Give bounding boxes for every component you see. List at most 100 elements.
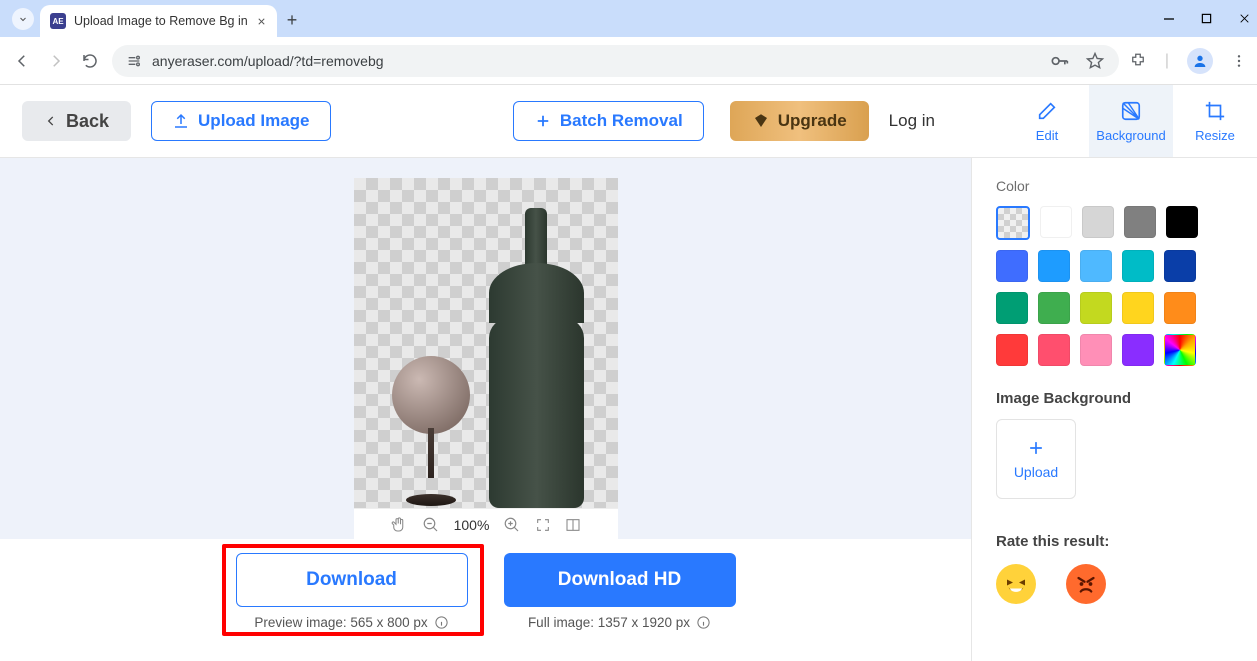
chevron-left-icon [44, 114, 58, 128]
preview-size-label: Preview image: 565 x 800 px [254, 615, 448, 630]
upload-image-label: Upload Image [198, 111, 309, 131]
upload-image-button[interactable]: Upload Image [151, 101, 330, 141]
compare-icon[interactable] [565, 517, 581, 533]
info-icon[interactable] [434, 615, 449, 630]
color-swatch[interactable] [1124, 206, 1156, 238]
result-canvas[interactable] [354, 178, 618, 508]
batch-removal-button[interactable]: Batch Removal [513, 101, 704, 141]
color-swatch[interactable] [996, 334, 1028, 366]
background-panel: Color Image Background Upload Rate this … [971, 158, 1257, 661]
rate-negative-emoji[interactable] [1066, 564, 1106, 604]
back-button-label: Back [66, 111, 109, 132]
chrome-menu-icon[interactable] [1231, 53, 1247, 69]
favicon-icon: AE [50, 13, 66, 29]
zoom-percent-label: 100% [454, 517, 490, 533]
profile-avatar[interactable] [1187, 48, 1213, 74]
plus-icon [1026, 438, 1046, 458]
download-button-label: Download [306, 569, 397, 591]
color-swatch[interactable] [1038, 334, 1070, 366]
download-hd-button[interactable]: Download HD [504, 553, 736, 607]
upgrade-button[interactable]: Upgrade [730, 101, 869, 141]
pan-hand-icon[interactable] [390, 516, 408, 534]
reload-icon[interactable] [78, 49, 102, 73]
fullscreen-icon[interactable] [535, 517, 551, 533]
color-section-label: Color [996, 178, 1233, 194]
tab-search-button[interactable] [12, 8, 34, 30]
batch-removal-label: Batch Removal [560, 111, 683, 131]
close-window-icon[interactable] [1238, 12, 1251, 25]
maximize-icon[interactable] [1201, 13, 1212, 24]
extensions-icon[interactable] [1129, 52, 1147, 70]
download-bar: Download Preview image: 565 x 800 px Dow… [0, 539, 971, 661]
chevron-down-icon [17, 13, 29, 25]
color-swatch[interactable] [1080, 334, 1112, 366]
color-swatch[interactable] [1122, 334, 1154, 366]
color-swatch[interactable] [996, 206, 1030, 240]
canvas-area: 100% Download Preview image: 565 x 800 p… [0, 158, 971, 661]
wineglass-image [392, 356, 470, 506]
color-swatch[interactable] [1038, 250, 1070, 282]
app-toolbar: Back Upload Image Batch Removal Upgrade … [0, 85, 1257, 158]
omnibox[interactable]: anyeraser.com/upload/?td=removebg [112, 45, 1119, 77]
window-controls [1163, 0, 1251, 37]
back-icon[interactable] [10, 49, 34, 73]
site-settings-icon[interactable] [126, 53, 142, 69]
upload-icon [172, 112, 190, 130]
download-hd-label: Download HD [558, 569, 682, 591]
login-link[interactable]: Log in [889, 111, 935, 131]
edit-icon [1036, 100, 1058, 122]
color-swatch[interactable] [1082, 206, 1114, 238]
close-tab-icon[interactable] [256, 16, 267, 27]
plus-icon [534, 112, 552, 130]
download-button[interactable]: Download [236, 553, 468, 607]
color-swatch[interactable] [1164, 292, 1196, 324]
tab-background[interactable]: Background [1089, 85, 1173, 157]
tab-edit[interactable]: Edit [1005, 85, 1089, 157]
tab-resize-label: Resize [1195, 128, 1235, 143]
new-tab-button[interactable]: + [287, 10, 298, 31]
color-swatch[interactable] [1122, 292, 1154, 324]
color-swatch[interactable] [1122, 250, 1154, 282]
tab-edit-label: Edit [1036, 128, 1058, 143]
upgrade-label: Upgrade [778, 111, 847, 131]
zoom-out-icon[interactable] [422, 516, 440, 534]
tab-title: Upload Image to Remove Bg in [74, 14, 248, 28]
info-icon[interactable] [696, 615, 711, 630]
color-swatches [996, 206, 1233, 366]
color-swatch[interactable] [996, 292, 1028, 324]
upload-background-tile[interactable]: Upload [996, 419, 1076, 499]
angry-face-icon [1071, 569, 1101, 599]
diamond-icon [752, 112, 770, 130]
background-icon [1120, 100, 1142, 122]
browser-tab[interactable]: AE Upload Image to Remove Bg in [40, 5, 277, 37]
back-button[interactable]: Back [22, 101, 131, 141]
password-key-icon[interactable] [1049, 51, 1069, 71]
color-swatch[interactable] [1164, 334, 1196, 366]
full-size-label: Full image: 1357 x 1920 px [528, 615, 711, 630]
color-swatch[interactable] [1040, 206, 1072, 238]
color-swatch[interactable] [1080, 292, 1112, 324]
tab-background-label: Background [1096, 128, 1165, 143]
browser-address-bar: anyeraser.com/upload/?td=removebg | [0, 37, 1257, 85]
tab-resize[interactable]: Resize [1173, 85, 1257, 157]
rate-result-label: Rate this result: [996, 533, 1233, 550]
color-swatch[interactable] [1080, 250, 1112, 282]
upload-tile-label: Upload [1014, 464, 1058, 480]
browser-tabstrip: AE Upload Image to Remove Bg in + [0, 0, 1257, 37]
crop-icon [1204, 100, 1226, 122]
url-text: anyeraser.com/upload/?td=removebg [152, 53, 384, 69]
zoom-in-icon[interactable] [503, 516, 521, 534]
forward-icon [44, 49, 68, 73]
zoom-toolbar: 100% [354, 508, 618, 541]
rate-positive-emoji[interactable] [996, 564, 1036, 604]
bottle-image [489, 208, 584, 508]
bookmark-star-icon[interactable] [1085, 51, 1105, 71]
color-swatch[interactable] [1038, 292, 1070, 324]
color-swatch[interactable] [996, 250, 1028, 282]
color-swatch[interactable] [1166, 206, 1198, 238]
minimize-icon[interactable] [1163, 13, 1175, 25]
workspace: 100% Download Preview image: 565 x 800 p… [0, 158, 1257, 661]
color-swatch[interactable] [1164, 250, 1196, 282]
laugh-face-icon [1001, 569, 1031, 599]
image-background-label: Image Background [996, 390, 1233, 407]
